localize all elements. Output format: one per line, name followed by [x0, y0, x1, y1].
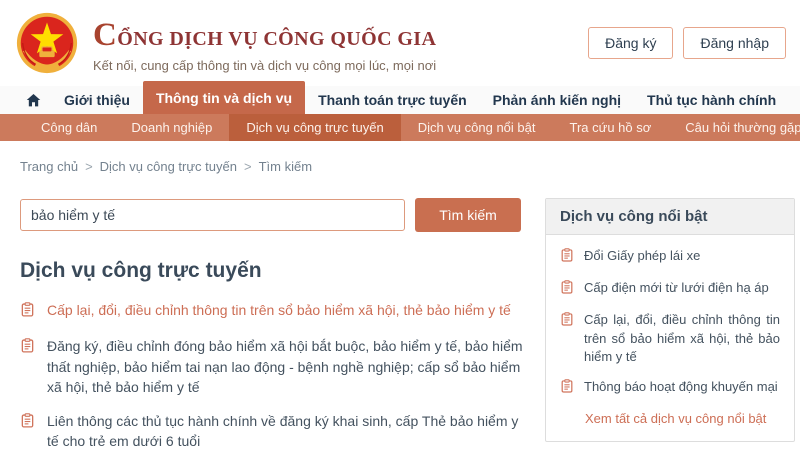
document-icon — [560, 379, 574, 398]
search-button[interactable]: Tìm kiếm — [415, 198, 521, 232]
nav-item-gioi-thieu[interactable]: Giới thiệu — [51, 86, 143, 114]
sub-nav: Công dân Doanh nghiệp Dịch vụ công trực … — [0, 114, 800, 141]
nav-item-thong-tin-va-dich-vu[interactable]: Thông tin và dịch vụ — [143, 81, 305, 114]
nav-item-thanh-toan-truc-tuyen[interactable]: Thanh toán trực tuyến — [305, 86, 480, 114]
view-all-featured-link[interactable]: Xem tất cả dịch vụ công nổi bật — [546, 398, 794, 441]
featured-service-link[interactable]: Thông báo hoạt động khuyến mại — [546, 366, 794, 398]
breadcrumb-dich-vu-cong[interactable]: Dịch vụ công trực tuyến — [100, 159, 237, 174]
header: CỔNG DỊCH VỤ CÔNG QUỐC GIA Kết nối, cung… — [0, 0, 800, 86]
page: CỔNG DỊCH VỤ CÔNG QUỐC GIA Kết nối, cung… — [0, 0, 800, 450]
result-link[interactable]: Cấp lại, đổi, điều chỉnh thông tin trên … — [20, 300, 525, 322]
breadcrumb-separator: > — [85, 159, 93, 174]
main-column: Tìm kiếm Dịch vụ công trực tuyến Cấp — [20, 198, 525, 450]
nav-item-phan-anh-kien-nghi[interactable]: Phản ánh kiến nghị — [480, 86, 634, 114]
breadcrumb-tim-kiem: Tìm kiếm — [259, 159, 312, 174]
results-heading: Dịch vụ công trực tuyến — [20, 259, 525, 283]
document-icon — [560, 312, 574, 331]
result-text: Cấp lại, đổi, điều chỉnh thông tin trên … — [47, 300, 511, 320]
site-tagline: Kết nối, cung cấp thông tin và dịch vụ c… — [93, 58, 588, 73]
nav-item-thu-tuc-hanh-chinh[interactable]: Thủ tục hành chính — [634, 86, 789, 114]
result-link[interactable]: Đăng ký, điều chỉnh đóng bảo hiểm xã hội… — [20, 336, 525, 397]
featured-service-text: Đổi Giấy phép lái xe — [584, 247, 700, 265]
featured-service-link[interactable]: Đổi Giấy phép lái xe — [546, 235, 794, 267]
featured-services-panel: Dịch vụ công nổi bật Đổi Giấy phép lái x… — [545, 198, 795, 442]
home-icon — [26, 93, 41, 108]
auth-buttons: Đăng ký Đăng nhập — [588, 27, 786, 59]
document-icon — [20, 338, 35, 358]
subnav-item-cong-dan[interactable]: Công dân — [24, 114, 114, 141]
breadcrumb: Trang chủ > Dịch vụ công trực tuyến > Tì… — [0, 141, 800, 174]
featured-service-link[interactable]: Cấp điện mới từ lưới điện hạ áp — [546, 267, 794, 299]
vietnam-emblem-logo — [15, 11, 79, 75]
content: Tìm kiếm Dịch vụ công trực tuyến Cấp — [0, 198, 800, 450]
subnav-item-tra-cuu-ho-so[interactable]: Tra cứu hồ sơ — [552, 114, 668, 141]
vietnam-emblem-icon — [15, 11, 79, 75]
result-link[interactable]: Liên thông các thủ tục hành chính về đăn… — [20, 411, 525, 450]
document-icon — [560, 248, 574, 267]
subnav-item-doanh-nghiep[interactable]: Doanh nghiệp — [114, 114, 229, 141]
brand-block: CỔNG DỊCH VỤ CÔNG QUỐC GIA Kết nối, cung… — [93, 13, 588, 72]
subnav-item-dich-vu-cong-truc-tuyen[interactable]: Dịch vụ công trực tuyến — [229, 114, 400, 141]
results-list: Cấp lại, đổi, điều chỉnh thông tin trên … — [20, 300, 525, 450]
featured-service-text: Thông báo hoạt động khuyến mại — [584, 378, 778, 396]
breadcrumb-home[interactable]: Trang chủ — [20, 159, 78, 174]
document-icon — [560, 280, 574, 299]
featured-service-link[interactable]: Cấp lại, đổi, điều chỉnh thông tin trên … — [546, 299, 794, 366]
register-button[interactable]: Đăng ký — [588, 27, 673, 59]
login-button[interactable]: Đăng nhập — [683, 27, 786, 59]
featured-service-text: Cấp điện mới từ lưới điện hạ áp — [584, 279, 769, 297]
nav-item-ho-tro[interactable]: Hỗ trợ — [789, 86, 800, 114]
document-icon — [20, 302, 35, 322]
subnav-item-cau-hoi-thuong-gap[interactable]: Câu hỏi thường gặp — [668, 114, 800, 141]
breadcrumb-separator: > — [244, 159, 252, 174]
subnav-item-dich-vu-cong-noi-bat[interactable]: Dịch vụ công nổi bật — [401, 114, 553, 141]
featured-service-text: Cấp lại, đổi, điều chỉnh thông tin trên … — [584, 311, 780, 366]
home-nav-button[interactable] — [16, 86, 51, 114]
result-text: Liên thông các thủ tục hành chính về đăn… — [47, 411, 525, 450]
result-text: Đăng ký, điều chỉnh đóng bảo hiểm xã hội… — [47, 336, 525, 397]
main-nav: Giới thiệu Thông tin và dịch vụ Thanh to… — [0, 86, 800, 114]
search-bar: Tìm kiếm — [20, 198, 525, 232]
search-input[interactable] — [20, 199, 405, 231]
document-icon — [20, 413, 35, 433]
site-title: CỔNG DỊCH VỤ CÔNG QUỐC GIA — [93, 17, 588, 53]
featured-services-heading: Dịch vụ công nổi bật — [546, 199, 794, 235]
